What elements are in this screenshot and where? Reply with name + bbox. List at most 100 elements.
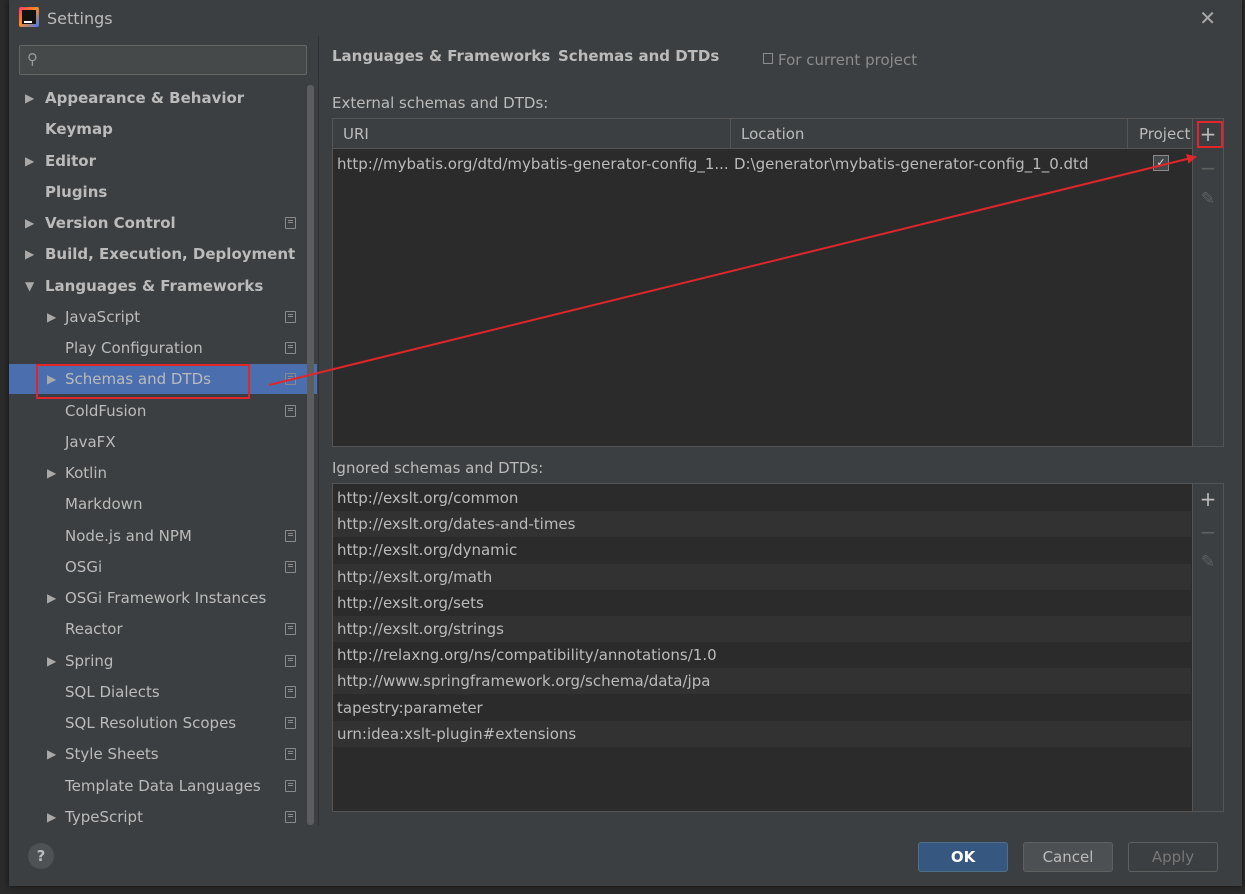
breadcrumb-separator: ›: [541, 47, 548, 65]
ignored-list-item[interactable]: http://www.springframework.org/schema/da…: [333, 668, 1191, 695]
ignored-list-item[interactable]: http://exslt.org/dates-and-times: [333, 511, 1191, 538]
tree-item-label: Reactor: [65, 620, 123, 639]
expand-right-icon[interactable]: ▶: [47, 583, 56, 613]
tree-item-label: TypeScript: [65, 807, 143, 826]
tree-item[interactable]: ▶ Style Sheets: [9, 739, 317, 769]
close-icon[interactable]: ✕: [1199, 6, 1216, 30]
intellij-logo-icon: [19, 7, 39, 27]
external-row-uri[interactable]: http://mybatis.org/dtd/mybatis-generator…: [337, 150, 729, 178]
window-title: Settings: [47, 9, 113, 28]
external-section-label: External schemas and DTDs:: [332, 94, 549, 112]
tree-item-label: Template Data Languages: [65, 776, 261, 795]
tree-item-label: Spring: [65, 651, 114, 670]
project-scope-icon: [763, 53, 773, 64]
ignored-list-item[interactable]: http://exslt.org/common: [333, 485, 1191, 511]
tree-item-label: Plugins: [45, 182, 108, 201]
tree-item[interactable]: Markdown: [9, 489, 317, 519]
expand-right-icon[interactable]: ▶: [25, 208, 34, 238]
splitter[interactable]: [318, 36, 319, 826]
help-button[interactable]: ?: [28, 843, 54, 869]
tree-item-label: Build, Execution, Deployment: [45, 245, 296, 264]
tree-scrollbar[interactable]: [307, 85, 314, 825]
tree-item-label: SQL Dialects: [65, 682, 160, 701]
ignored-list-item[interactable]: http://exslt.org/math: [333, 563, 1191, 590]
ignored-list-item[interactable]: http://exslt.org/strings: [333, 616, 1191, 642]
background-ide: [0, 0, 9, 894]
ignored-list-item[interactable]: http://exslt.org/dynamic: [333, 537, 1191, 563]
tree-item[interactable]: ▶ Appearance & Behavior: [9, 83, 317, 113]
project-scope-icon: [285, 623, 296, 636]
ignored-section-label: Ignored schemas and DTDs:: [332, 459, 544, 477]
expand-right-icon[interactable]: ▶: [25, 239, 34, 269]
settings-search-input[interactable]: ⚲: [19, 45, 307, 75]
settings-dialog: Settings ✕ ⚲ ▶ Appearance & Behavior Keyma…: [9, 0, 1242, 886]
external-row-location[interactable]: D:\generator\mybatis-generator-config_1_…: [734, 150, 1124, 178]
settings-tree: ▶ Appearance & Behavior Keymap ▶ Editor Plugi…: [9, 83, 317, 828]
tree-item[interactable]: SQL Dialects: [9, 677, 317, 707]
tree-item[interactable]: JavaFX: [9, 427, 317, 457]
tree-item[interactable]: ▶ OSGi Framework Instances: [9, 583, 317, 613]
tree-item[interactable]: SQL Resolution Scopes: [9, 708, 317, 738]
tree-item-label: Editor: [45, 151, 96, 170]
tree-item[interactable]: Reactor: [9, 614, 317, 644]
expand-right-icon[interactable]: ▶: [47, 646, 56, 676]
tree-item-label: Style Sheets: [65, 745, 159, 764]
ignored-list-item[interactable]: tapestry:parameter: [333, 695, 1191, 721]
tree-item-label: Play Configuration: [65, 339, 203, 357]
expand-right-icon[interactable]: ▶: [25, 146, 34, 176]
ignored-list-item[interactable]: urn:idea:xslt-plugin#extensions: [333, 720, 1191, 747]
tree-item[interactable]: ▶ TypeScript: [9, 802, 317, 828]
expand-down-icon[interactable]: ▼: [25, 271, 34, 301]
edit-ignored-icon[interactable]: ✎: [1193, 552, 1223, 572]
breadcrumb-parent[interactable]: Languages & Frameworks: [332, 47, 550, 65]
tree-item[interactable]: Play Configuration: [9, 333, 317, 363]
tree-item-label: SQL Resolution Scopes: [65, 714, 237, 732]
tree-item[interactable]: ▼ Languages & Frameworks: [9, 271, 317, 301]
cancel-button[interactable]: Cancel: [1023, 842, 1113, 872]
add-ignored-button[interactable]: +: [1193, 487, 1223, 511]
annotation-highlight-tree-item: [36, 364, 250, 399]
project-scope-icon: [285, 342, 296, 354]
project-scope-icon: [285, 373, 296, 386]
expand-right-icon[interactable]: ▶: [47, 302, 56, 332]
tree-item[interactable]: ▶ Version Control: [9, 208, 317, 238]
expand-right-icon[interactable]: ▶: [47, 802, 56, 828]
tree-item[interactable]: ▶ Build, Execution, Deployment: [9, 239, 317, 269]
ignored-list-item[interactable]: http://exslt.org/sets: [333, 590, 1191, 616]
column-header-location[interactable]: Location: [731, 119, 1128, 149]
tree-item-label: Kotlin: [65, 464, 107, 482]
tree-item[interactable]: ▶ JavaScript: [9, 302, 317, 332]
column-header-project[interactable]: Project: [1128, 119, 1192, 149]
tree-item[interactable]: ▶ Editor: [9, 146, 317, 176]
expand-right-icon[interactable]: ▶: [25, 83, 34, 113]
project-checkbox[interactable]: ✓: [1153, 155, 1169, 171]
external-schemas-table: URI Location Project http://mybatis.org/…: [332, 118, 1224, 447]
project-scope-icon: [285, 310, 296, 323]
tree-item[interactable]: ColdFusion: [9, 396, 317, 426]
tree-item[interactable]: Keymap: [9, 114, 317, 144]
tree-item[interactable]: ▶ Kotlin: [9, 458, 317, 488]
tree-item-label: Version Control: [45, 214, 176, 232]
ignored-list-item[interactable]: http://relaxng.org/ns/compatibility/anno…: [333, 642, 1191, 668]
tree-item-label: Node.js and NPM: [65, 526, 192, 545]
column-header-uri[interactable]: URI: [333, 119, 731, 149]
tree-item-label: Keymap: [45, 120, 113, 139]
project-scope-icon: [285, 529, 296, 542]
scope-label: For current project: [763, 51, 917, 69]
tree-item[interactable]: OSGi: [9, 552, 317, 582]
project-scope-icon: [285, 560, 296, 573]
tree-item[interactable]: Template Data Languages: [9, 771, 317, 801]
expand-right-icon[interactable]: ▶: [47, 458, 56, 488]
edit-icon[interactable]: ✎: [1193, 189, 1223, 209]
ignored-schemas-list: + − ✎ http://exslt.org/common http://exsl…: [332, 483, 1224, 812]
remove-schema-button[interactable]: −: [1193, 156, 1223, 180]
remove-ignored-button[interactable]: −: [1193, 520, 1223, 544]
scope-text: For current project: [778, 51, 918, 69]
expand-right-icon[interactable]: ▶: [47, 739, 56, 769]
tree-item[interactable]: ▶ Spring: [9, 646, 317, 676]
apply-button[interactable]: Apply: [1128, 842, 1218, 872]
project-scope-icon: [285, 810, 296, 823]
tree-item[interactable]: Plugins: [9, 177, 317, 207]
ok-button[interactable]: OK: [918, 842, 1008, 872]
tree-item[interactable]: Node.js and NPM: [9, 521, 317, 551]
